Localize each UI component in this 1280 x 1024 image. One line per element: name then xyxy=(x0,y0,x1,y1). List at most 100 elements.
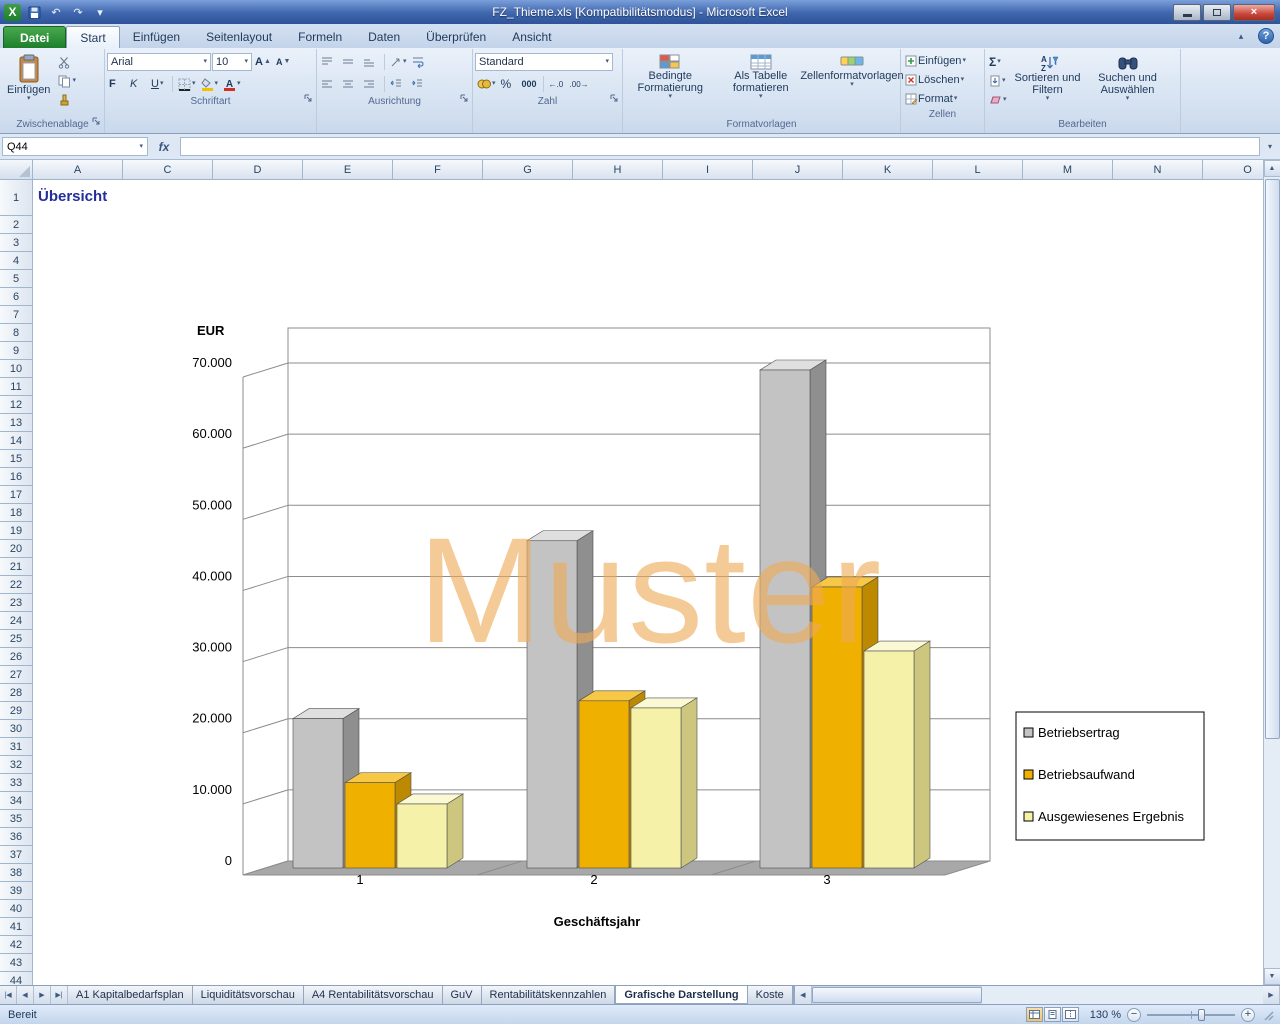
scroll-up-button[interactable]: ▲ xyxy=(1263,160,1280,177)
ribbon-tab-berpr-fen[interactable]: Überprüfen xyxy=(413,26,499,48)
font-color-button[interactable]: A ▾ xyxy=(221,75,243,93)
column-header-m[interactable]: M xyxy=(1023,160,1113,179)
paste-button[interactable]: Einfügen ▾ xyxy=(3,51,54,105)
autosum-button[interactable]: Σ ▾ xyxy=(987,53,1009,71)
align-middle-button[interactable] xyxy=(340,53,360,71)
thousands-format-button[interactable]: 000 xyxy=(520,75,540,93)
normal-view-button[interactable] xyxy=(1026,1007,1043,1022)
row-header-17[interactable]: 17 xyxy=(0,486,32,504)
wrap-text-button[interactable] xyxy=(410,53,430,71)
resize-grip[interactable] xyxy=(1261,1008,1274,1021)
zoom-slider-thumb[interactable] xyxy=(1198,1008,1206,1021)
column-header-c[interactable]: C xyxy=(123,160,213,179)
horizontal-scroll-track[interactable] xyxy=(981,986,1263,1004)
row-header-24[interactable]: 24 xyxy=(0,612,32,630)
row-header-12[interactable]: 12 xyxy=(0,396,32,414)
column-header-h[interactable]: H xyxy=(573,160,663,179)
number-format-select[interactable]: Standard ▾ xyxy=(475,53,613,71)
name-box[interactable]: Q44 ▾ xyxy=(2,137,148,156)
row-header-38[interactable]: 38 xyxy=(0,864,32,882)
sheet-tab-a1-kapitalbedarfsplan[interactable]: A1 Kapitalbedarfsplan xyxy=(68,986,193,1004)
insert-cells-button[interactable]: Einfügen ▾ xyxy=(903,52,982,70)
row-header-44[interactable]: 44 xyxy=(0,972,32,986)
ribbon-tab-seitenlayout[interactable]: Seitenlayout xyxy=(193,26,285,48)
row-header-30[interactable]: 30 xyxy=(0,720,32,738)
excel-app-icon[interactable]: X xyxy=(4,3,21,21)
row-header-25[interactable]: 25 xyxy=(0,630,32,648)
file-tab[interactable]: Datei xyxy=(3,26,67,48)
vertical-scrollbar[interactable]: ▲ ▼ xyxy=(1263,160,1280,985)
borders-button[interactable]: ▾ xyxy=(176,75,198,93)
row-header-7[interactable]: 7 xyxy=(0,306,32,324)
row-header-40[interactable]: 40 xyxy=(0,900,32,918)
row-header-21[interactable]: 21 xyxy=(0,558,32,576)
row-header-36[interactable]: 36 xyxy=(0,828,32,846)
row-header-3[interactable]: 3 xyxy=(0,234,32,252)
ribbon-tab-formeln[interactable]: Formeln xyxy=(285,26,355,48)
dialog-launcher-icon[interactable] xyxy=(460,94,469,108)
shrink-font-button[interactable]: A ▼ xyxy=(274,53,294,71)
sheet-tab-grafische-darstellung[interactable]: Grafische Darstellung xyxy=(615,986,748,1004)
zoom-level[interactable]: 130 % xyxy=(1085,1009,1121,1021)
column-header-j[interactable]: J xyxy=(753,160,843,179)
grid-body[interactable]: Übersicht 0 10.000 20.000 30.000 40.000 50.00… xyxy=(33,180,1263,985)
customize-qat-button[interactable]: ▾ xyxy=(91,3,109,21)
column-header-d[interactable]: D xyxy=(213,160,303,179)
row-header-22[interactable]: 22 xyxy=(0,576,32,594)
legend-label-ausgewiesenes-ergebnis[interactable]: Ausgewiesenes Ergebnis xyxy=(1038,809,1184,824)
row-header-5[interactable]: 5 xyxy=(0,270,32,288)
first-sheet-button[interactable]: |◀ xyxy=(0,986,17,1004)
bar-ausgewiesenes-ergebnis-year-3[interactable] xyxy=(862,640,932,869)
column-header-i[interactable]: I xyxy=(663,160,753,179)
row-header-19[interactable]: 19 xyxy=(0,522,32,540)
row-header-28[interactable]: 28 xyxy=(0,684,32,702)
undo-button[interactable]: ↶ xyxy=(47,3,65,21)
row-header-43[interactable]: 43 xyxy=(0,954,32,972)
align-center-button[interactable] xyxy=(340,75,360,93)
sheet-tab-rentabilit-tskennzahlen[interactable]: Rentabilitätskennzahlen xyxy=(481,986,616,1004)
close-button[interactable]: × xyxy=(1233,3,1275,21)
row-header-14[interactable]: 14 xyxy=(0,432,32,450)
column-header-g[interactable]: G xyxy=(483,160,573,179)
scroll-down-button[interactable]: ▼ xyxy=(1263,968,1280,985)
next-sheet-button[interactable]: ▶ xyxy=(34,986,51,1004)
column-header-k[interactable]: K xyxy=(843,160,933,179)
find-select-button[interactable]: Suchen und Auswählen ▾ xyxy=(1087,51,1169,105)
increase-indent-button[interactable] xyxy=(409,75,429,93)
align-right-button[interactable] xyxy=(361,75,381,93)
horizontal-scroll-thumb[interactable] xyxy=(811,987,982,1003)
chart-svg[interactable]: 0 10.000 20.000 30.000 40.000 50.000 60.000 70.… xyxy=(172,312,1212,960)
sheet-tab-guv[interactable]: GuV xyxy=(442,986,482,1004)
font-name-select[interactable]: Arial ▾ xyxy=(107,53,211,71)
sheet-tab-a4-rentabilit-tsvorschau[interactable]: A4 Rentabilitätsvorschau xyxy=(303,986,443,1004)
dialog-launcher-icon[interactable] xyxy=(610,94,619,108)
row-header-16[interactable]: 16 xyxy=(0,468,32,486)
column-header-l[interactable]: L xyxy=(933,160,1023,179)
row-header-32[interactable]: 32 xyxy=(0,756,32,774)
copy-button[interactable]: ▾ xyxy=(56,72,78,90)
zoom-slider[interactable] xyxy=(1147,1008,1235,1021)
vertical-scroll-thumb[interactable] xyxy=(1264,179,1280,739)
hscroll-right-button[interactable]: ▶ xyxy=(1263,986,1280,1004)
formula-input[interactable] xyxy=(180,137,1260,156)
cut-button[interactable] xyxy=(56,53,78,71)
row-header-2[interactable]: 2 xyxy=(0,216,32,234)
clear-button[interactable]: ▾ xyxy=(987,91,1009,109)
row-header-15[interactable]: 15 xyxy=(0,450,32,468)
percent-format-button[interactable]: % xyxy=(499,75,519,93)
row-header-18[interactable]: 18 xyxy=(0,504,32,522)
zoom-in-button[interactable]: + xyxy=(1241,1007,1255,1022)
align-left-button[interactable] xyxy=(319,75,339,93)
minimize-ribbon-button[interactable]: ▴ xyxy=(1232,28,1250,44)
row-header-23[interactable]: 23 xyxy=(0,594,32,612)
row-header-11[interactable]: 11 xyxy=(0,378,32,396)
ribbon-tab-einf-gen[interactable]: Einfügen xyxy=(120,26,193,48)
row-header-35[interactable]: 35 xyxy=(0,810,32,828)
page-break-view-button[interactable] xyxy=(1062,1007,1079,1022)
legend-label-betriebsertrag[interactable]: Betriebsertrag xyxy=(1038,725,1120,740)
row-header-41[interactable]: 41 xyxy=(0,918,32,936)
underline-button[interactable]: U ▾ xyxy=(149,75,169,93)
align-bottom-button[interactable] xyxy=(361,53,381,71)
increase-decimal-button[interactable]: ←.0 xyxy=(547,75,567,93)
sort-filter-button[interactable]: A Z Sortieren und Filtern ▾ xyxy=(1009,51,1087,105)
